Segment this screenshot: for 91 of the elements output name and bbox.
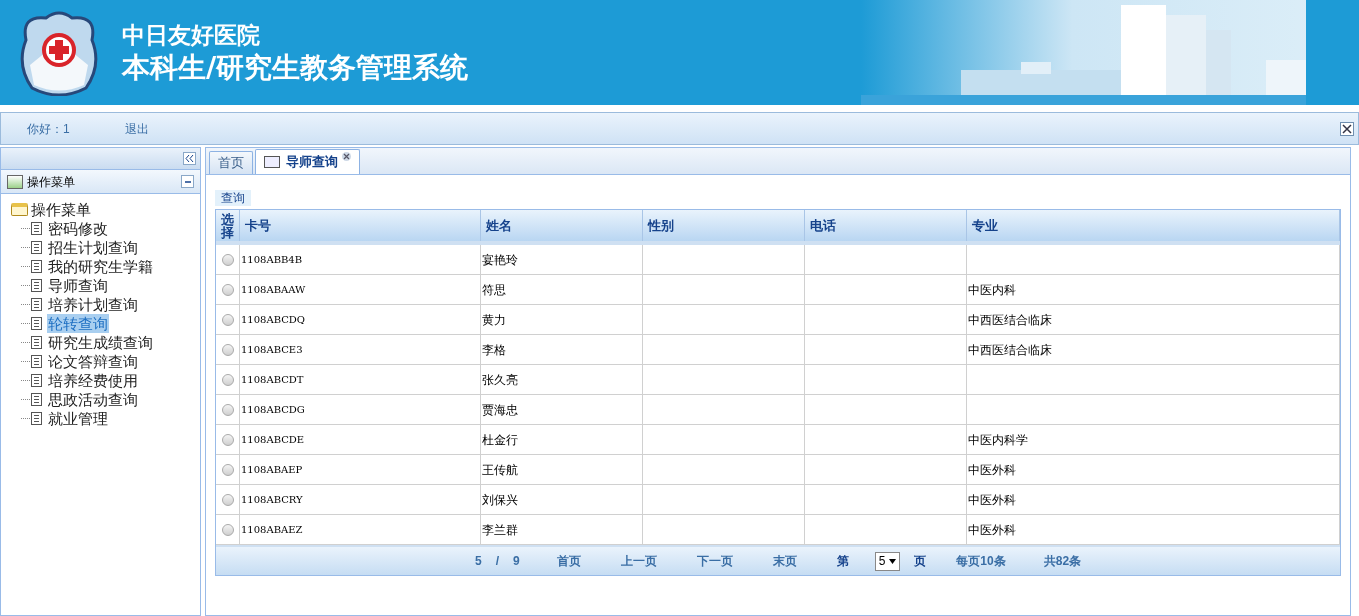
table-cell-text: 刘保兴 [482,491,518,509]
radio-button[interactable] [221,493,234,506]
next-page-link[interactable]: 下一页 [696,552,733,570]
table-cell-text: 宴艳玲 [482,251,518,269]
table-cell-text: 李兰群 [482,521,518,539]
radio-button[interactable] [221,283,234,296]
page-label: 页 [914,553,927,570]
system-title: 本科生/研究生教务管理系统 [122,49,469,86]
column-header[interactable]: 电话 [805,210,967,241]
radio-button[interactable] [221,313,234,326]
table-cell-text: 李格 [482,341,506,359]
document-icon [31,298,42,311]
table-cell-text: 王传航 [482,461,518,479]
table-cell-text: 中医外科 [968,491,1016,509]
panel-icon [7,174,23,189]
tree-item[interactable]: 论文答辩查询 [47,352,139,371]
column-header[interactable]: 选择 [216,210,240,241]
column-header[interactable]: 专业 [967,210,1340,241]
table-cell-text: 1108ABCDT [241,373,304,387]
total-count: 共82条 [1043,553,1082,570]
table-cell-text: 张久亮 [482,371,518,389]
table-cell-text: 中医外科 [968,521,1016,539]
document-icon [31,260,42,273]
close-tab-icon[interactable] [342,152,351,161]
document-icon [31,336,42,349]
per-page-text: 每页10条 [956,553,1006,570]
last-page-link[interactable]: 末页 [772,552,797,570]
table-cell-text: 1108ABCDE [241,433,305,447]
collapse-panel-icon[interactable] [181,175,194,188]
table-cell-text: 1108ABCDG [241,403,305,417]
table-cell-text: 1108ABCRY [241,493,303,507]
table-cell-text: 杜金行 [482,431,518,449]
hospital-name: 中日友好医院 [122,19,261,50]
column-header[interactable]: 卡号 [240,210,481,241]
table-cell-text: 中医内科学 [968,431,1028,449]
tree-item[interactable]: 培养经费使用 [47,371,139,390]
radio-button[interactable] [221,403,234,416]
radio-button[interactable] [221,253,234,266]
document-icon [31,374,42,387]
close-icon[interactable] [1340,121,1354,136]
document-icon [31,317,42,330]
column-header[interactable]: 姓名 [481,210,643,241]
radio-button[interactable] [221,373,234,386]
radio-button[interactable] [221,343,234,356]
tree-item[interactable]: 导师查询 [47,276,109,295]
tab[interactable]: 首页 [209,151,253,174]
prev-page-link[interactable]: 上一页 [620,552,657,570]
document-icon [31,279,42,292]
tree-item[interactable]: 就业管理 [47,409,109,428]
table-cell-text: 中医外科 [968,461,1016,479]
tree-item[interactable]: 研究生成绩查询 [47,333,154,352]
collapse-icon[interactable] [183,152,196,165]
page-separator: / [495,553,499,570]
radio-button[interactable] [221,433,234,446]
table-cell-text: 黄力 [482,311,506,329]
document-icon [31,222,42,235]
tree-item[interactable]: 培养计划查询 [47,295,139,314]
radio-button[interactable] [221,523,234,536]
greeting-text: 你好：1 [27,120,70,138]
tree-item[interactable]: 思政活动查询 [47,390,139,409]
first-page-link[interactable]: 首页 [556,552,581,570]
document-icon [31,241,42,254]
section-label: 查询 [215,190,251,206]
caret-icon [889,558,897,564]
table-cell-text: 1108ABAEZ [241,523,303,537]
table-cell-text: 1108ABCE3 [241,343,303,357]
table-cell-text: 1108ABAEP [241,463,303,477]
table-cell-text: 1108ABCDQ [241,313,306,327]
panel-title: 操作菜单 [27,173,75,191]
table-cell-text: 符思 [482,281,506,299]
page-label: 第 [836,553,849,570]
table-cell-text: 中医内科 [968,281,1016,299]
tree-item[interactable]: 密码修改 [47,219,109,238]
page-count: 9 [512,553,520,570]
table-cell-text: 中西医结合临床 [968,341,1052,359]
radio-button[interactable] [221,463,234,476]
table-cell-text: 1108ABB4B [241,253,303,267]
table-cell-text: 1108ABAAW [241,283,306,297]
page-number: 5 [474,553,482,570]
document-icon [31,393,42,406]
table-cell-text: 中西医结合临床 [968,311,1052,329]
column-header[interactable]: 性别 [643,210,805,241]
logout-link[interactable]: 退出 [124,119,149,138]
document-icon [31,355,42,368]
table-cell-text: 贾海忠 [482,401,518,419]
tab[interactable]: 导师查询 [255,149,360,174]
page-select[interactable]: 5 [874,551,901,571]
tree-item[interactable]: 招生计划查询 [47,238,139,257]
document-icon [31,412,42,425]
tree-item[interactable]: 操作菜单 [31,200,91,219]
tree-item[interactable]: 我的研究生学籍 [47,257,154,276]
